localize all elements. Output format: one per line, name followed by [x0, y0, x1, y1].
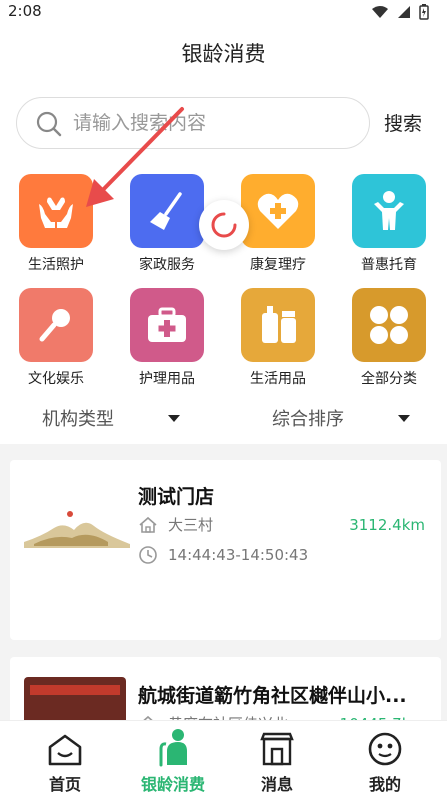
- signal-icon: [398, 6, 410, 18]
- filter-org-type-label: 机构类型: [42, 409, 114, 430]
- tab-mine[interactable]: 我的: [330, 721, 440, 798]
- filter-sort[interactable]: 综合排序: [272, 405, 410, 431]
- status-bar: 2:08: [0, 0, 447, 24]
- category-tile: [19, 288, 93, 362]
- category-label: 全部分类: [361, 371, 417, 387]
- page-title: 银龄消费: [181, 42, 266, 66]
- loading-icon: [211, 212, 237, 238]
- tab-home[interactable]: 首页: [10, 721, 120, 798]
- store-hours-row: 14:44:43-14:50:43: [138, 545, 308, 565]
- home-outline-icon: [139, 516, 157, 533]
- heart-plus-icon: [257, 193, 299, 229]
- child-icon: [374, 191, 404, 230]
- elder-icon: [159, 729, 187, 767]
- search-button[interactable]: 搜索: [384, 109, 422, 136]
- caret-down-icon: [398, 414, 410, 422]
- tab-icon-wrap: [330, 721, 440, 767]
- microphone-icon: [39, 309, 70, 342]
- store-address: 大三村: [168, 516, 214, 534]
- tab-silver-consumption[interactable]: 银龄消费: [118, 721, 228, 798]
- tab-label: 首页: [48, 775, 81, 794]
- store-address-row: 大三村: [138, 514, 213, 535]
- annotation-arrow-icon: [86, 107, 184, 207]
- battery-icon: [419, 4, 429, 20]
- tab-icon-wrap: [118, 721, 228, 767]
- caret-down-icon: [168, 414, 180, 422]
- category-label: 护理用品: [139, 371, 195, 387]
- loading-spinner: [199, 200, 249, 250]
- category-tile: [241, 174, 315, 248]
- clock-icon: [139, 546, 157, 564]
- store-name: 航城街道簕竹角社区樾伴山小...: [138, 685, 407, 707]
- hands-heart-icon: [39, 197, 73, 228]
- status-time: 2:08: [8, 2, 42, 20]
- search-icon: [36, 111, 62, 137]
- tab-label: 消息: [260, 775, 293, 794]
- wifi-icon: [372, 6, 388, 18]
- store-thumbnail-mountains: [24, 511, 130, 548]
- shop-icon: [260, 732, 294, 766]
- tab-label: 银龄消费: [140, 775, 205, 794]
- tab-label: 我的: [368, 775, 401, 794]
- category-culture[interactable]: 文化娱乐: [6, 288, 106, 398]
- category-tile: [241, 288, 315, 362]
- store-distance: 3112.4km: [349, 516, 425, 534]
- status-icons: [371, 4, 429, 20]
- category-label: 家政服务: [139, 257, 195, 273]
- category-label: 文化娱乐: [28, 371, 84, 387]
- category-childcare[interactable]: 普惠托育: [339, 174, 439, 284]
- medical-kit-icon: [148, 307, 186, 342]
- category-label: 生活用品: [250, 371, 306, 387]
- store-hours: 14:44:43-14:50:43: [168, 546, 309, 564]
- category-label: 康复理疗: [250, 257, 306, 273]
- category-label: 生活照护: [28, 257, 84, 273]
- bottom-tab-bar: 首页 银龄消费 消息 我的: [0, 720, 447, 798]
- category-label: 普惠托育: [361, 257, 417, 273]
- home-icon: [48, 734, 82, 766]
- category-nursing-supplies[interactable]: 护理用品: [117, 288, 217, 398]
- filter-org-type[interactable]: 机构类型: [42, 405, 180, 431]
- filter-bar: 机构类型 综合排序: [0, 399, 447, 435]
- tab-icon-wrap: [222, 721, 332, 767]
- category-tile: [130, 288, 204, 362]
- bottles-icon: [262, 306, 296, 343]
- category-all[interactable]: 全部分类: [339, 288, 439, 398]
- face-icon: [368, 732, 402, 766]
- store-card[interactable]: 测试门店 大三村 3112.4km 14:44:43-14:50:43: [10, 460, 441, 640]
- store-name: 测试门店: [138, 486, 215, 508]
- category-tile: [352, 288, 426, 362]
- filter-sort-label: 综合排序: [272, 409, 344, 430]
- search-box[interactable]: [16, 97, 370, 149]
- grid-icon: [370, 306, 408, 344]
- tab-messages[interactable]: 消息: [222, 721, 332, 798]
- category-tile: [352, 174, 426, 248]
- tab-icon-wrap: [10, 721, 120, 767]
- category-daily-goods[interactable]: 生活用品: [228, 288, 328, 398]
